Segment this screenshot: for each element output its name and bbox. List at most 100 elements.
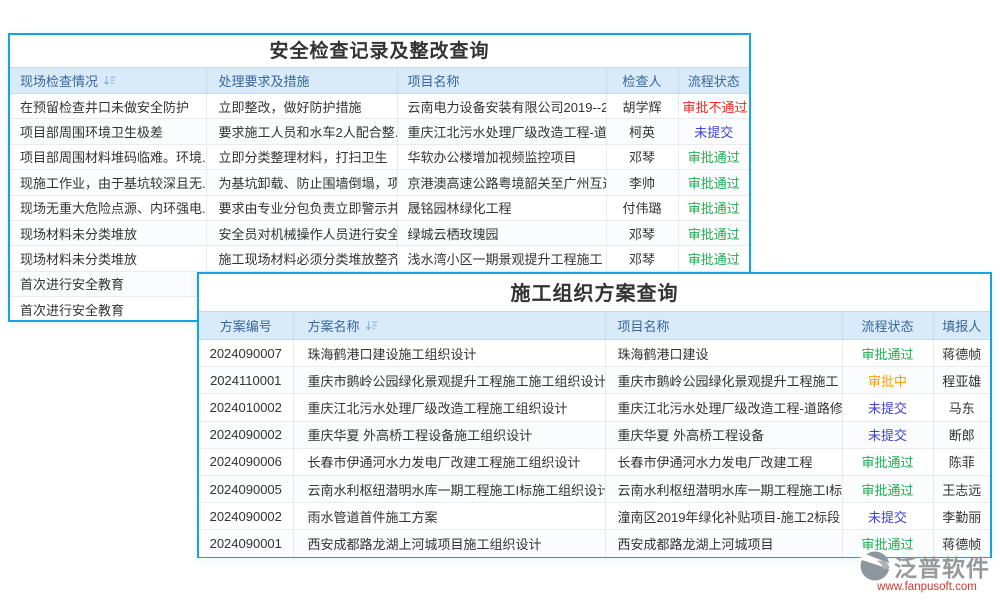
cell-name[interactable]: 重庆市鹅岭公园绿化景观提升工程施工施工组织设计 (293, 367, 605, 394)
cell-code[interactable]: 2024110001 (199, 367, 293, 394)
column-label: 检查人 (622, 74, 661, 89)
cell-status: 未提交 (842, 394, 933, 421)
column-header-status: 流程状态 (842, 312, 933, 340)
cell-project[interactable]: 重庆江北污水处理厂级改造工程-道路修复 (605, 394, 842, 421)
cell-code[interactable]: 2024090002 (199, 503, 293, 530)
column-header-name[interactable]: 方案名称 (293, 312, 605, 340)
cell-status: 审批通过 (678, 220, 749, 245)
column-header-situation[interactable]: 现场检查情况 (10, 68, 206, 94)
cell-code[interactable]: 2024010002 (199, 394, 293, 421)
cell-situation: 首次进行安全教育 (10, 297, 206, 322)
cell-status: 审批通过 (842, 448, 933, 475)
cell-project[interactable]: 晟铭园林绿化工程 (397, 195, 606, 220)
column-label: 方案编号 (220, 319, 272, 334)
cell-project[interactable]: 西安成都路龙湖上河城项目 (605, 530, 842, 557)
cell-project[interactable]: 云南电力设备安装有限公司2019--2020年度 (397, 94, 606, 119)
column-label: 填报人 (942, 319, 981, 334)
cell-inspector[interactable]: 邓琴 (606, 246, 678, 271)
cell-name[interactable]: 西安成都路龙湖上河城项目施工组织设计 (293, 530, 605, 557)
cell-reporter[interactable]: 陈菲 (933, 448, 990, 475)
table-row: 现施工作业，由于基坑较深且无...为基坑卸载、防止围墙倒塌，项...京港澳高速公… (10, 170, 749, 195)
cell-measure: 立即分类整理材料，打扫卫生 (206, 144, 397, 169)
cell-project[interactable]: 重庆华夏 外高桥工程设备 (605, 421, 842, 448)
cell-reporter[interactable]: 李勤丽 (933, 503, 990, 530)
sort-icon[interactable] (365, 320, 378, 335)
cell-status: 审批通过 (678, 170, 749, 195)
table-row: 项目部周围材料堆码临难。环境...立即分类整理材料，打扫卫生华软办公楼增加视频监… (10, 144, 749, 169)
cell-name[interactable]: 重庆华夏 外高桥工程设备施工组织设计 (293, 421, 605, 448)
cell-reporter[interactable]: 王志远 (933, 475, 990, 502)
cell-status: 审批通过 (842, 340, 933, 367)
safety-inspection-title: 安全检查记录及整改查询 (10, 35, 749, 67)
cell-status: 审批通过 (678, 246, 749, 271)
cell-situation: 现场无重大危险点源、内环强电... (10, 195, 206, 220)
cell-project[interactable]: 重庆市鹅岭公园绿化景观提升工程施工 (605, 367, 842, 394)
cell-status: 审批通过 (678, 144, 749, 169)
table-row: 现场材料未分类堆放施工现场材料必须分类堆放整齐...浅水湾小区一期景观提升工程施… (10, 246, 749, 271)
cell-status: 未提交 (842, 421, 933, 448)
cell-name[interactable]: 云南水利枢纽潜明水库一期工程施工I标施工组织设计 (293, 475, 605, 502)
cell-reporter[interactable]: 断郎 (933, 421, 990, 448)
cell-inspector[interactable]: 付伟璐 (606, 195, 678, 220)
construction-plan-table: 方案编号 方案名称 项目名称 流程状态 填报人 2024090007珠海鹤港口建设施工组… (199, 311, 990, 557)
cell-project[interactable]: 绿城云栖玫瑰园 (397, 220, 606, 245)
cell-code[interactable]: 2024090007 (199, 340, 293, 367)
column-label: 流程状态 (861, 319, 913, 334)
cell-project[interactable]: 重庆江北污水处理厂级改造工程-道路修复 (397, 119, 606, 144)
cell-name[interactable]: 雨水管道首件施工方案 (293, 503, 605, 530)
cell-project[interactable]: 浅水湾小区一期景观提升工程施工 (397, 246, 606, 271)
table-row: 2024110001重庆市鹅岭公园绿化景观提升工程施工施工组织设计重庆市鹅岭公园… (199, 367, 990, 394)
cell-measure: 为基坑卸载、防止围墙倒塌，项... (206, 170, 397, 195)
cell-inspector[interactable]: 邓琴 (606, 144, 678, 169)
table-row: 2024090007珠海鹤港口建设施工组织设计珠海鹤港口建设审批通过蒋德帧 (199, 340, 990, 367)
column-label: 处理要求及措施 (219, 74, 310, 89)
construction-plan-window: 施工组织方案查询 方案编号方案名称项目名称流程状态填报人 2024090007珠… (197, 272, 992, 558)
cell-situation: 项目部周围材料堆码临难。环境... (10, 144, 206, 169)
brand-url[interactable]: www.fanpusoft.com (858, 581, 996, 593)
cell-measure: 立即整改，做好防护措施 (206, 94, 397, 119)
cell-situation: 现施工作业，由于基坑较深且无... (10, 170, 206, 195)
column-header-project: 项目名称 (397, 68, 606, 94)
cell-name[interactable]: 珠海鹤港口建设施工组织设计 (293, 340, 605, 367)
cell-project[interactable]: 长春市伊通河水力发电厂改建工程 (605, 448, 842, 475)
cell-name[interactable]: 重庆江北污水处理厂级改造工程施工组织设计 (293, 394, 605, 421)
cell-inspector[interactable]: 胡学辉 (606, 94, 678, 119)
cell-inspector[interactable]: 邓琴 (606, 220, 678, 245)
cell-project[interactable]: 京港澳高速公路粤境韶关至广州互通路面改 (397, 170, 606, 195)
table-row: 2024090002重庆华夏 外高桥工程设备施工组织设计重庆华夏 外高桥工程设备… (199, 421, 990, 448)
cell-project[interactable]: 华软办公楼增加视频监控项目 (397, 144, 606, 169)
cell-code[interactable]: 2024090005 (199, 475, 293, 502)
column-label: 项目名称 (408, 74, 460, 89)
table-row: 现场无重大危险点源、内环强电...要求由专业分包负责立即警示并...晟铭园林绿化… (10, 195, 749, 220)
safety-inspection-table-header: 现场检查情况 处理要求及措施 项目名称 检查人 流程状态 (10, 68, 749, 94)
cell-code[interactable]: 2024090002 (199, 421, 293, 448)
cell-inspector[interactable]: 李帅 (606, 170, 678, 195)
column-label: 方案名称 (308, 319, 360, 334)
cell-measure: 安全员对机械操作人员进行安全... (206, 220, 397, 245)
cell-project[interactable]: 珠海鹤港口建设 (605, 340, 842, 367)
cell-reporter[interactable]: 蒋德帧 (933, 340, 990, 367)
cell-code[interactable]: 2024090006 (199, 448, 293, 475)
cell-status: 审批不通过 (678, 94, 749, 119)
table-row: 2024010002重庆江北污水处理厂级改造工程施工组织设计重庆江北污水处理厂级… (199, 394, 990, 421)
construction-plan-table-body: 2024090007珠海鹤港口建设施工组织设计珠海鹤港口建设审批通过蒋德帧202… (199, 340, 990, 558)
column-header-status: 流程状态 (678, 68, 749, 94)
column-header-code: 方案编号 (199, 312, 293, 340)
table-row: 2024090006长春市伊通河水力发电厂改建工程施工组织设计长春市伊通河水力发… (199, 448, 990, 475)
table-row: 2024090005云南水利枢纽潜明水库一期工程施工I标施工组织设计云南水利枢纽… (199, 475, 990, 502)
cell-project[interactable]: 潼南区2019年绿化补贴项目-施工2标段 (605, 503, 842, 530)
cell-inspector[interactable]: 柯英 (606, 119, 678, 144)
cell-measure: 要求施工人员和水车2人配合整... (206, 119, 397, 144)
column-header-reporter: 填报人 (933, 312, 990, 340)
cell-reporter[interactable]: 马东 (933, 394, 990, 421)
construction-plan-table-header: 方案编号 方案名称 项目名称 流程状态 填报人 (199, 312, 990, 340)
cell-situation: 首次进行安全教育 (10, 271, 206, 296)
construction-plan-title: 施工组织方案查询 (199, 274, 990, 311)
cell-project[interactable]: 云南水利枢纽潜明水库一期工程施工I标 (605, 475, 842, 502)
cell-code[interactable]: 2024090001 (199, 530, 293, 557)
column-header-project: 项目名称 (605, 312, 842, 340)
column-label: 现场检查情况 (20, 74, 98, 89)
cell-reporter[interactable]: 程亚雄 (933, 367, 990, 394)
cell-name[interactable]: 长春市伊通河水力发电厂改建工程施工组织设计 (293, 448, 605, 475)
sort-icon[interactable] (103, 75, 116, 90)
